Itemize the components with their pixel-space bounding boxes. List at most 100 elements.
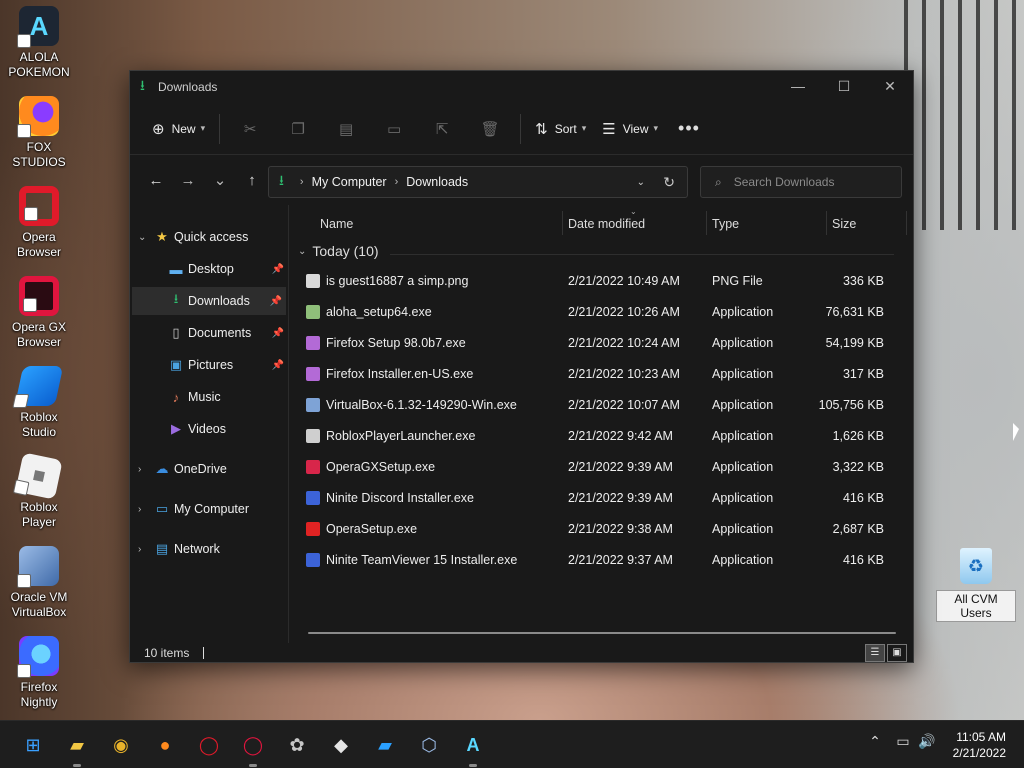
file-name: Firefox Installer.en-US.exe	[326, 366, 474, 381]
nav-network[interactable]: › ▤ Network	[138, 535, 288, 563]
nav-item-desktop[interactable]: ▬ Desktop 📌	[166, 255, 288, 283]
status-bar: 10 items ☰ ▣	[130, 643, 913, 663]
column-divider[interactable]	[562, 211, 563, 235]
up-arrow-icon[interactable]: ↑	[236, 172, 268, 189]
column-divider[interactable]	[706, 211, 707, 235]
view-button[interactable]: ☰ View ▾	[594, 113, 666, 145]
table-row[interactable]: Ninite Discord Installer.exe 2/21/2022 9:…	[306, 482, 898, 513]
address-bar[interactable]: ⭳ › My Computer › Downloads ⌄ ↻	[268, 166, 688, 198]
opera-gx-icon[interactable]: ◯	[239, 731, 267, 767]
delete-icon[interactable]: 🗑	[466, 120, 514, 138]
opera-gx-icon	[19, 276, 59, 316]
rename-icon[interactable]: ▭	[370, 120, 418, 138]
file-type: Application	[712, 490, 774, 505]
desktop-icon: ▬	[169, 261, 183, 277]
breadcrumb-my-computer[interactable]: My Computer	[312, 175, 387, 189]
file-explorer-icon[interactable]: ▰	[63, 731, 91, 767]
recent-chevron-icon[interactable]: ⌄	[204, 171, 236, 189]
column-header-type[interactable]: Type	[712, 211, 739, 237]
desktop-icon-opera-gx[interactable]: Opera GX Browser	[2, 276, 76, 350]
desktop-icon-fox-studios[interactable]: FOX STUDIOS	[2, 96, 76, 170]
desktop-icon-roblox-player[interactable]: Roblox Player	[2, 452, 76, 530]
nav-item-music[interactable]: ♪ Music	[166, 383, 288, 411]
column-header-size[interactable]: Size	[832, 211, 856, 237]
music-icon: ♪	[172, 389, 180, 405]
desktop-icon-opera[interactable]: Opera Browser	[2, 186, 76, 260]
refresh-icon[interactable]: ↻	[663, 174, 675, 191]
table-row[interactable]: OperaGXSetup.exe 2/21/2022 9:39 AM Applica…	[306, 451, 898, 482]
new-label: New	[171, 121, 196, 136]
aloha-browser-icon[interactable]: ✿	[283, 731, 311, 759]
file-size: 105,756 KB	[818, 397, 884, 412]
group-header-today[interactable]: ⌄ Today (10)	[298, 243, 379, 259]
column-divider[interactable]	[826, 211, 827, 235]
desktop-icon-alola[interactable]: A ALOLA POKEMON	[2, 6, 76, 80]
desktop-icon-firefox-nightly[interactable]: Firefox Nightly	[2, 636, 76, 710]
nav-quick-access[interactable]: ⌄ ★ Quick access	[138, 223, 288, 251]
search-icon: ⌕	[715, 174, 722, 189]
column-divider[interactable]	[906, 211, 907, 235]
title-bar[interactable]: ⭳ Downloads — ☐ ✕	[130, 71, 913, 103]
details-view-icon[interactable]: ☰	[865, 644, 885, 662]
volume-icon[interactable]: 🔊	[916, 733, 938, 750]
table-row[interactable]: OperaSetup.exe 2/21/2022 9:38 AM Applicati…	[306, 513, 898, 544]
maximize-button[interactable]: ☐	[821, 71, 867, 101]
chevron-down-icon: ▾	[581, 123, 587, 133]
picture-icon: ▣	[169, 357, 183, 372]
large-icons-view-icon[interactable]: ▣	[887, 644, 907, 662]
file-date: 2/21/2022 10:24 AM	[568, 335, 680, 350]
file-type: Application	[712, 397, 774, 412]
paste-icon[interactable]: ▤	[322, 120, 370, 138]
back-arrow-icon[interactable]: ←	[140, 172, 172, 189]
breadcrumb-downloads[interactable]: Downloads	[406, 175, 468, 189]
table-row[interactable]: VirtualBox-6.1.32-149290-Win.exe 2/21/202…	[306, 389, 898, 420]
network-tray-icon[interactable]: ▭	[892, 733, 914, 750]
table-row[interactable]: Firefox Installer.en-US.exe 2/21/2022 10:…	[306, 358, 898, 389]
new-button[interactable]: ⊕ New ▾	[144, 113, 213, 145]
chrome-icon[interactable]: ◉	[107, 731, 135, 759]
collapsed-chevron-icon[interactable]: ›	[138, 544, 152, 555]
table-row[interactable]: is guest16887 a simp.png 2/21/2022 10:49 …	[306, 265, 898, 296]
cut-icon[interactable]: ✂	[226, 120, 274, 138]
desktop-icon-virtualbox[interactable]: Oracle VM VirtualBox	[2, 546, 76, 620]
sort-button[interactable]: ⇅ Sort ▾	[527, 113, 594, 145]
nav-onedrive[interactable]: › ☁ OneDrive	[138, 455, 288, 483]
roblox-player-icon[interactable]: ◆	[327, 731, 355, 759]
clock[interactable]: 11:05 AM 2/21/2022	[953, 729, 1006, 761]
desktop-icon-recycle-bin[interactable]: ♻ All CVM Users	[936, 548, 1016, 622]
opera-icon[interactable]: ◯	[195, 731, 223, 759]
search-input[interactable]	[733, 175, 884, 189]
nav-item-pictures[interactable]: ▣ Pictures 📌	[166, 351, 288, 379]
start-windows-icon[interactable]: ⊞	[19, 731, 47, 759]
file-date: 2/21/2022 10:07 AM	[568, 397, 680, 412]
table-row[interactable]: Firefox Setup 98.0b7.exe 2/21/2022 10:24 …	[306, 327, 898, 358]
horizontal-scrollbar[interactable]	[308, 632, 896, 634]
table-row[interactable]: RobloxPlayerLauncher.exe 2/21/2022 9:42 A…	[306, 420, 898, 451]
more-options-button[interactable]: •••	[666, 118, 712, 139]
desktop-icon-roblox-studio[interactable]: Roblox Studio	[2, 366, 76, 440]
address-dropdown-icon[interactable]: ⌄	[637, 177, 645, 188]
expanded-chevron-icon[interactable]: ⌄	[138, 232, 152, 243]
forward-arrow-icon[interactable]: →	[172, 172, 204, 189]
column-header-date[interactable]: Date modified	[568, 211, 645, 237]
search-box[interactable]: ⌕	[700, 166, 902, 198]
virtualbox-icon[interactable]: ⬡	[415, 731, 443, 759]
collapsed-chevron-icon[interactable]: ›	[138, 504, 152, 515]
show-hidden-icons-icon[interactable]: ⌃	[864, 733, 886, 750]
nav-item-documents[interactable]: ▯ Documents 📌	[166, 319, 288, 347]
nav-item-downloads[interactable]: ⭳ Downloads 📌	[132, 287, 286, 315]
copy-icon[interactable]: ❐	[274, 120, 322, 138]
share-icon[interactable]: ⇱	[418, 120, 466, 138]
roblox-studio-icon[interactable]: ▰	[371, 731, 399, 759]
nav-item-videos[interactable]: ▶ Videos	[166, 415, 288, 443]
close-button[interactable]: ✕	[867, 71, 913, 101]
file-date: 2/21/2022 9:42 AM	[568, 428, 673, 443]
minimize-button[interactable]: —	[775, 71, 821, 101]
column-header-name[interactable]: Name	[320, 211, 353, 237]
nav-my-computer[interactable]: › ▭ My Computer	[138, 495, 288, 523]
table-row[interactable]: aloha_setup64.exe 2/21/2022 10:26 AM Appli…	[306, 296, 898, 327]
firefox-icon[interactable]: ●	[151, 731, 179, 759]
table-row[interactable]: Ninite TeamViewer 15 Installer.exe 2/21/2…	[306, 544, 898, 575]
collapsed-chevron-icon[interactable]: ›	[138, 464, 152, 475]
alola-icon[interactable]: A	[459, 731, 487, 767]
